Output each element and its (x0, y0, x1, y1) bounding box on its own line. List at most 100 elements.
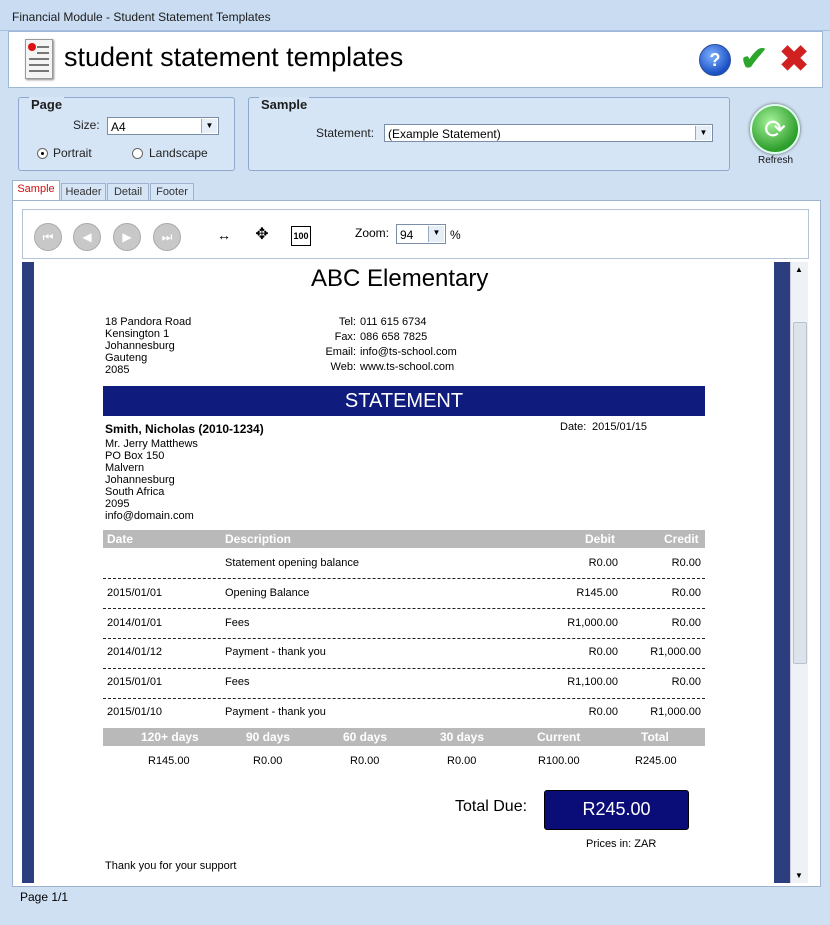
row-credit: R1,000.00 (650, 706, 701, 718)
landscape-radio[interactable] (132, 148, 143, 159)
statement-select[interactable]: (Example Statement) ▼ (384, 124, 713, 142)
row-credit: R0.00 (671, 587, 701, 599)
fax-value: 086 658 7825 (360, 331, 428, 343)
zoom-unit: % (450, 228, 461, 242)
row-date: 2015/01/10 (107, 706, 163, 718)
zoom-label: Zoom: (355, 226, 390, 240)
aging-value: R0.00 (253, 755, 283, 767)
recipient-line: Johannesburg (105, 474, 175, 486)
address-line: 2085 (105, 364, 130, 376)
web-label: Web: (330, 361, 356, 373)
recipient-line: PO Box 150 (105, 450, 165, 462)
last-page-icon[interactable]: ⏭ (153, 223, 181, 251)
date-value: 2015/01/15 (592, 421, 648, 433)
chevron-down-icon[interactable]: ▼ (428, 226, 444, 242)
aging-value: R245.00 (635, 755, 677, 767)
recipient-line: info@domain.com (105, 510, 194, 522)
zoom-select[interactable]: 94 ▼ (396, 224, 446, 244)
school-name: ABC Elementary (311, 265, 489, 292)
row-date: 2015/01/01 (107, 587, 163, 599)
next-page-icon[interactable]: ▶ (113, 223, 141, 251)
row-description: Statement opening balance (225, 557, 359, 569)
aging-header-120: 120+ days (141, 730, 199, 744)
row-description: Payment - thank you (225, 706, 326, 718)
row-divider (103, 638, 705, 639)
tab-sample[interactable]: Sample (12, 180, 60, 201)
zoom-value: 94 (400, 228, 414, 242)
portrait-label[interactable]: Portrait (53, 146, 92, 160)
sample-group: Sample Statement: (Example Statement) ▼ (248, 97, 730, 171)
row-date: 2014/01/12 (107, 646, 163, 658)
aging-value: R145.00 (148, 755, 190, 767)
row-description: Fees (225, 676, 250, 688)
refresh-icon[interactable]: ⟳ (750, 104, 800, 154)
tel-value: 011 615 6734 (360, 316, 427, 328)
row-divider (103, 578, 705, 579)
total-due-value: R245.00 (544, 790, 689, 830)
page-indicator: Page 1/1 (20, 890, 69, 904)
scroll-up-icon[interactable]: ▲ (795, 265, 803, 274)
window-titlebar: Financial Module - Student Statement Tem… (0, 0, 830, 31)
actual-size-icon[interactable]: 100 (291, 226, 311, 246)
row-description: Fees (225, 617, 250, 629)
document-icon (25, 39, 53, 79)
scrollbar-thumb[interactable] (793, 322, 807, 664)
tab-detail[interactable]: Detail (107, 183, 149, 201)
column-header-debit: Debit (585, 532, 615, 546)
page-title: student statement templates (64, 42, 404, 72)
fax-label: Fax: (334, 331, 356, 343)
date-label: Date: (560, 421, 587, 433)
address-line: Johannesburg (105, 340, 175, 352)
close-icon[interactable]: ✖ (779, 41, 809, 77)
header-panel: student statement templates ? ✔ ✖ (8, 31, 823, 88)
help-icon[interactable]: ? (699, 44, 731, 76)
portrait-radio[interactable] (37, 148, 48, 159)
previous-page-icon[interactable]: ◀ (73, 223, 101, 251)
size-select[interactable]: A4 ▼ (107, 117, 219, 135)
footer-note: Thank you for your support (105, 860, 237, 872)
row-date: 2014/01/01 (107, 617, 163, 629)
recipient-line: Malvern (105, 462, 145, 474)
recipient-line: Mr. Jerry Matthews (105, 438, 198, 450)
aging-header-90: 90 days (246, 730, 291, 744)
address-line: 18 Pandora Road (105, 316, 192, 328)
aging-value: R0.00 (447, 755, 477, 767)
page-group-title: Page (29, 97, 65, 112)
aging-header-total: Total (641, 730, 669, 744)
scroll-down-icon[interactable]: ▼ (795, 871, 803, 880)
column-header-description: Description (225, 532, 292, 546)
chevron-down-icon[interactable]: ▼ (201, 119, 217, 133)
statement-banner: STATEMENT (103, 386, 705, 416)
row-credit: R0.00 (671, 557, 701, 569)
fit-width-icon[interactable]: ↔ (213, 223, 235, 247)
aging-value: R0.00 (350, 755, 380, 767)
address-line: Kensington 1 (105, 328, 170, 340)
vertical-scrollbar[interactable]: ▲ ▼ (790, 262, 808, 883)
row-divider (103, 668, 705, 669)
fit-page-icon[interactable]: ✥ (251, 223, 273, 247)
tab-header[interactable]: Header (61, 183, 106, 201)
refresh-label[interactable]: Refresh (758, 155, 793, 166)
first-page-icon[interactable]: ⏮ (34, 223, 62, 251)
row-credit: R0.00 (671, 617, 701, 629)
aging-header: 120+ days 90 days 60 days 30 days Curren… (103, 728, 705, 746)
transactions-header: Date Description Debit Credit (103, 530, 705, 548)
size-select-value: A4 (111, 120, 126, 134)
checkmark-icon[interactable]: ✔ (739, 42, 769, 76)
email-value: info@ts-school.com (360, 346, 457, 358)
web-value: www.ts-school.com (360, 361, 455, 373)
statement-label: Statement: (316, 126, 375, 140)
recipient-line: South Africa (105, 486, 165, 498)
tab-footer[interactable]: Footer (150, 183, 194, 201)
address-line: Gauteng (105, 352, 148, 364)
chevron-down-icon[interactable]: ▼ (695, 126, 711, 140)
landscape-label[interactable]: Landscape (149, 146, 208, 160)
sample-group-title: Sample (259, 97, 310, 112)
row-divider (103, 608, 705, 609)
prices-currency: Prices in: ZAR (586, 838, 657, 850)
recipient-line: 2095 (105, 498, 130, 510)
column-header-credit: Credit (664, 532, 699, 546)
row-divider (103, 698, 705, 699)
student-name: Smith, Nicholas (2010-1234) (105, 422, 264, 436)
email-label: Email: (325, 346, 356, 358)
